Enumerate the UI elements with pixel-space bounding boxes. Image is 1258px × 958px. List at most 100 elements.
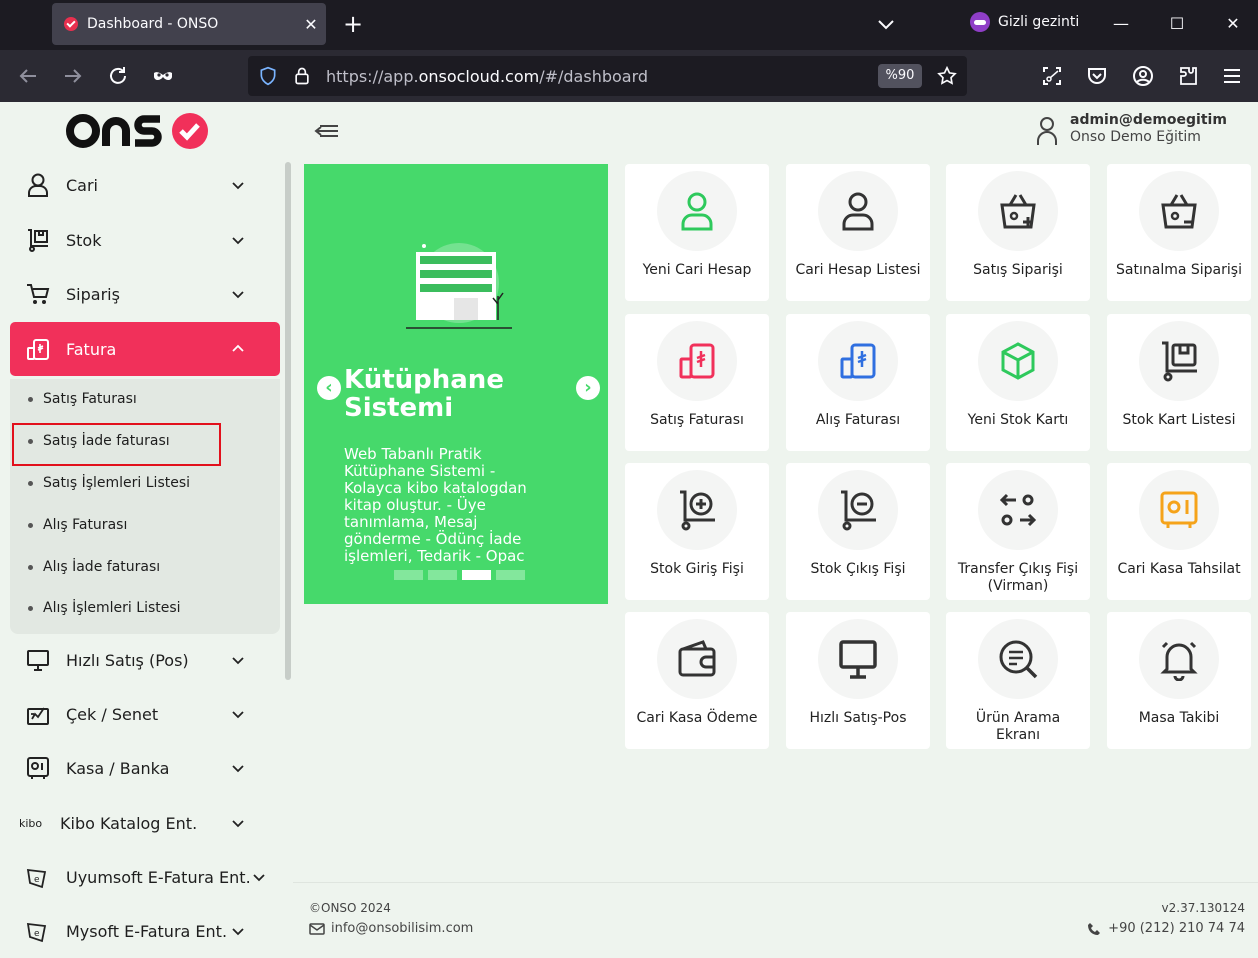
tile-yeni-stok-karti[interactable]: Yeni Stok Kartı — [946, 314, 1090, 451]
chevron-down-icon — [232, 928, 244, 936]
chevron-down-icon[interactable] — [874, 12, 898, 36]
tile-cari-kasa-odeme[interactable]: Cari Kasa Ödeme — [625, 612, 769, 749]
tile-satis-faturasi[interactable]: Satış Faturası — [625, 314, 769, 451]
submenu-item-alis-islemleri-listesi[interactable]: Alış İşlemleri Listesi — [28, 600, 181, 616]
tile-hizli-satis-pos[interactable]: Hızlı Satış-Pos — [786, 612, 930, 749]
private-browsing-indicator: Gizli gezinti — [970, 12, 1079, 32]
tile-satis-siparisi[interactable]: Satış Siparişi — [946, 164, 1090, 301]
cart-icon — [27, 284, 50, 304]
carousel-dot[interactable] — [428, 570, 457, 580]
submenu-item-alis-iade-faturasi[interactable]: Alış İade faturası — [28, 559, 160, 575]
extensions-icon[interactable] — [1176, 64, 1200, 88]
hamburger-menu-icon[interactable] — [1220, 64, 1244, 88]
address-bar[interactable]: https://app.onsocloud.com/#/dashboard %9… — [248, 56, 967, 96]
search-doc-icon — [999, 640, 1038, 679]
onso-favicon-icon — [64, 17, 78, 31]
mail-icon — [309, 922, 325, 935]
promo-carousel[interactable]: ‹ › Kütüphane Sistemi Web Tabanlı Pratik… — [304, 164, 608, 604]
tile-stok-cikis-fisi[interactable]: Stok Çıkış Fişi — [786, 463, 930, 600]
new-tab-button[interactable]: + — [338, 9, 368, 39]
close-tab-icon[interactable]: ✕ — [296, 15, 326, 34]
monitor-icon — [839, 640, 877, 679]
sidebar-item-fatura[interactable]: Fatura — [10, 322, 280, 376]
user-icon — [28, 173, 48, 197]
private-mask-icon[interactable] — [151, 64, 175, 88]
sidebar-item-kibo-katalog[interactable]: kibo Kibo Katalog Ent. — [10, 796, 280, 850]
screenshot-icon[interactable] — [1040, 64, 1064, 88]
footer-phone[interactable]: +90 (212) 210 74 74 — [1087, 921, 1245, 936]
tile-satinalma-siparisi[interactable]: Satınalma Siparişi — [1107, 164, 1251, 301]
footer: ©ONSO 2024 info@onsobilisim.com v2.37.13… — [293, 882, 1258, 958]
user-icon — [681, 192, 713, 231]
back-arrow-icon[interactable] — [16, 64, 40, 88]
lock-icon[interactable] — [292, 66, 312, 86]
tile-cari-hesap-listesi[interactable]: Cari Hesap Listesi — [786, 164, 930, 301]
invoice-icon — [27, 339, 49, 360]
efatura-icon: e — [26, 922, 47, 943]
carousel-dot[interactable] — [394, 570, 423, 580]
account-icon[interactable] — [1131, 64, 1155, 88]
chevron-down-icon — [232, 237, 244, 245]
sidebar-item-siparis[interactable]: Sipariş — [10, 267, 280, 321]
chevron-down-icon — [253, 874, 265, 882]
carousel-prev-button[interactable]: ‹ — [317, 376, 341, 400]
footer-email[interactable]: info@onsobilisim.com — [309, 921, 473, 936]
close-window-button[interactable]: ✕ — [1218, 10, 1248, 38]
basket-minus-icon — [1161, 194, 1197, 229]
sidebar-item-cek-senet[interactable]: Çek / Senet — [10, 687, 280, 741]
user-icon — [1037, 117, 1057, 145]
kibo-logo: kibo — [19, 816, 43, 830]
tile-stok-kart-listesi[interactable]: Stok Kart Listesi — [1107, 314, 1251, 451]
tile-stok-giris-fisi[interactable]: Stok Giriş Fişi — [625, 463, 769, 600]
reload-icon[interactable] — [106, 64, 130, 88]
carousel-dot[interactable] — [496, 570, 525, 580]
maximize-button[interactable]: ☐ — [1162, 10, 1192, 38]
private-mask-icon — [970, 12, 990, 32]
minimize-button[interactable]: — — [1106, 10, 1136, 38]
shield-icon[interactable] — [258, 66, 278, 86]
svg-text:e: e — [34, 875, 40, 885]
bell-icon — [1160, 641, 1198, 681]
tile-yeni-cari-hesap[interactable]: Yeni Cari Hesap — [625, 164, 769, 301]
sidebar-collapse-icon[interactable] — [314, 120, 340, 142]
submenu-item-alis-faturasi[interactable]: Alış Faturası — [28, 517, 127, 533]
sidebar-item-hizli-satis[interactable]: Hızlı Satış (Pos) — [10, 633, 280, 687]
stock-icon — [28, 229, 48, 252]
carousel-next-button[interactable]: › — [576, 376, 600, 400]
zoom-level-badge[interactable]: %90 — [878, 64, 922, 88]
sidebar-item-mysoft[interactable]: e Mysoft E-Fatura Ent. — [10, 904, 280, 958]
sidebar-item-kasa-banka[interactable]: Kasa / Banka — [10, 741, 280, 795]
submenu-item-satis-faturasi[interactable]: Satış Faturası — [28, 391, 137, 407]
banner-description: Web Tabanlı Pratik Kütüphane Sistemi - K… — [344, 445, 527, 565]
chevron-down-icon — [232, 820, 244, 828]
browser-tab-bar: Dashboard - ONSO ✕ + Gizli gezinti — ☐ ✕ — [0, 0, 1258, 50]
tile-alis-faturasi[interactable]: Alış Faturası — [786, 314, 930, 451]
user-icon — [842, 192, 874, 231]
svg-text:e: e — [34, 929, 40, 939]
onso-logo[interactable] — [66, 110, 212, 152]
sidebar-scrollbar[interactable] — [285, 162, 291, 680]
sidebar-item-uyumsoft[interactable]: e Uyumsoft E-Fatura Ent. — [10, 850, 280, 904]
browser-tab[interactable]: Dashboard - ONSO ✕ — [52, 3, 326, 45]
pocket-icon[interactable] — [1085, 64, 1109, 88]
box-icon — [1001, 342, 1035, 380]
stock-icon — [1162, 341, 1197, 382]
chevron-down-icon — [232, 657, 244, 665]
carousel-dot-active[interactable] — [462, 570, 491, 580]
url-text[interactable]: https://app.onsocloud.com/#/dashboard — [326, 67, 648, 86]
tile-urun-arama-ekrani[interactable]: Ürün Arama Ekranı — [946, 612, 1090, 749]
monitor-icon — [27, 650, 49, 671]
star-bookmark-icon[interactable] — [936, 65, 958, 87]
wallet-icon — [678, 640, 716, 677]
tile-masa-takibi[interactable]: Masa Takibi — [1107, 612, 1251, 749]
tile-transfer-cikis-fisi[interactable]: Transfer Çıkış Fişi (Virman) — [946, 463, 1090, 600]
user-profile[interactable]: admin@demoegitim Onso Demo Eğitim — [1036, 112, 1227, 146]
cheque-icon — [27, 707, 49, 725]
basket-plus-icon — [1000, 194, 1036, 229]
tile-cari-kasa-tahsilat[interactable]: Cari Kasa Tahsilat — [1107, 463, 1251, 600]
forward-arrow-icon[interactable] — [61, 64, 85, 88]
submenu-item-satis-islemleri-listesi[interactable]: Satış İşlemleri Listesi — [28, 475, 190, 491]
copyright-text: ©ONSO 2024 — [309, 901, 391, 915]
sidebar-item-cari[interactable]: Cari — [10, 158, 280, 212]
sidebar-item-stok[interactable]: Stok — [10, 213, 280, 267]
